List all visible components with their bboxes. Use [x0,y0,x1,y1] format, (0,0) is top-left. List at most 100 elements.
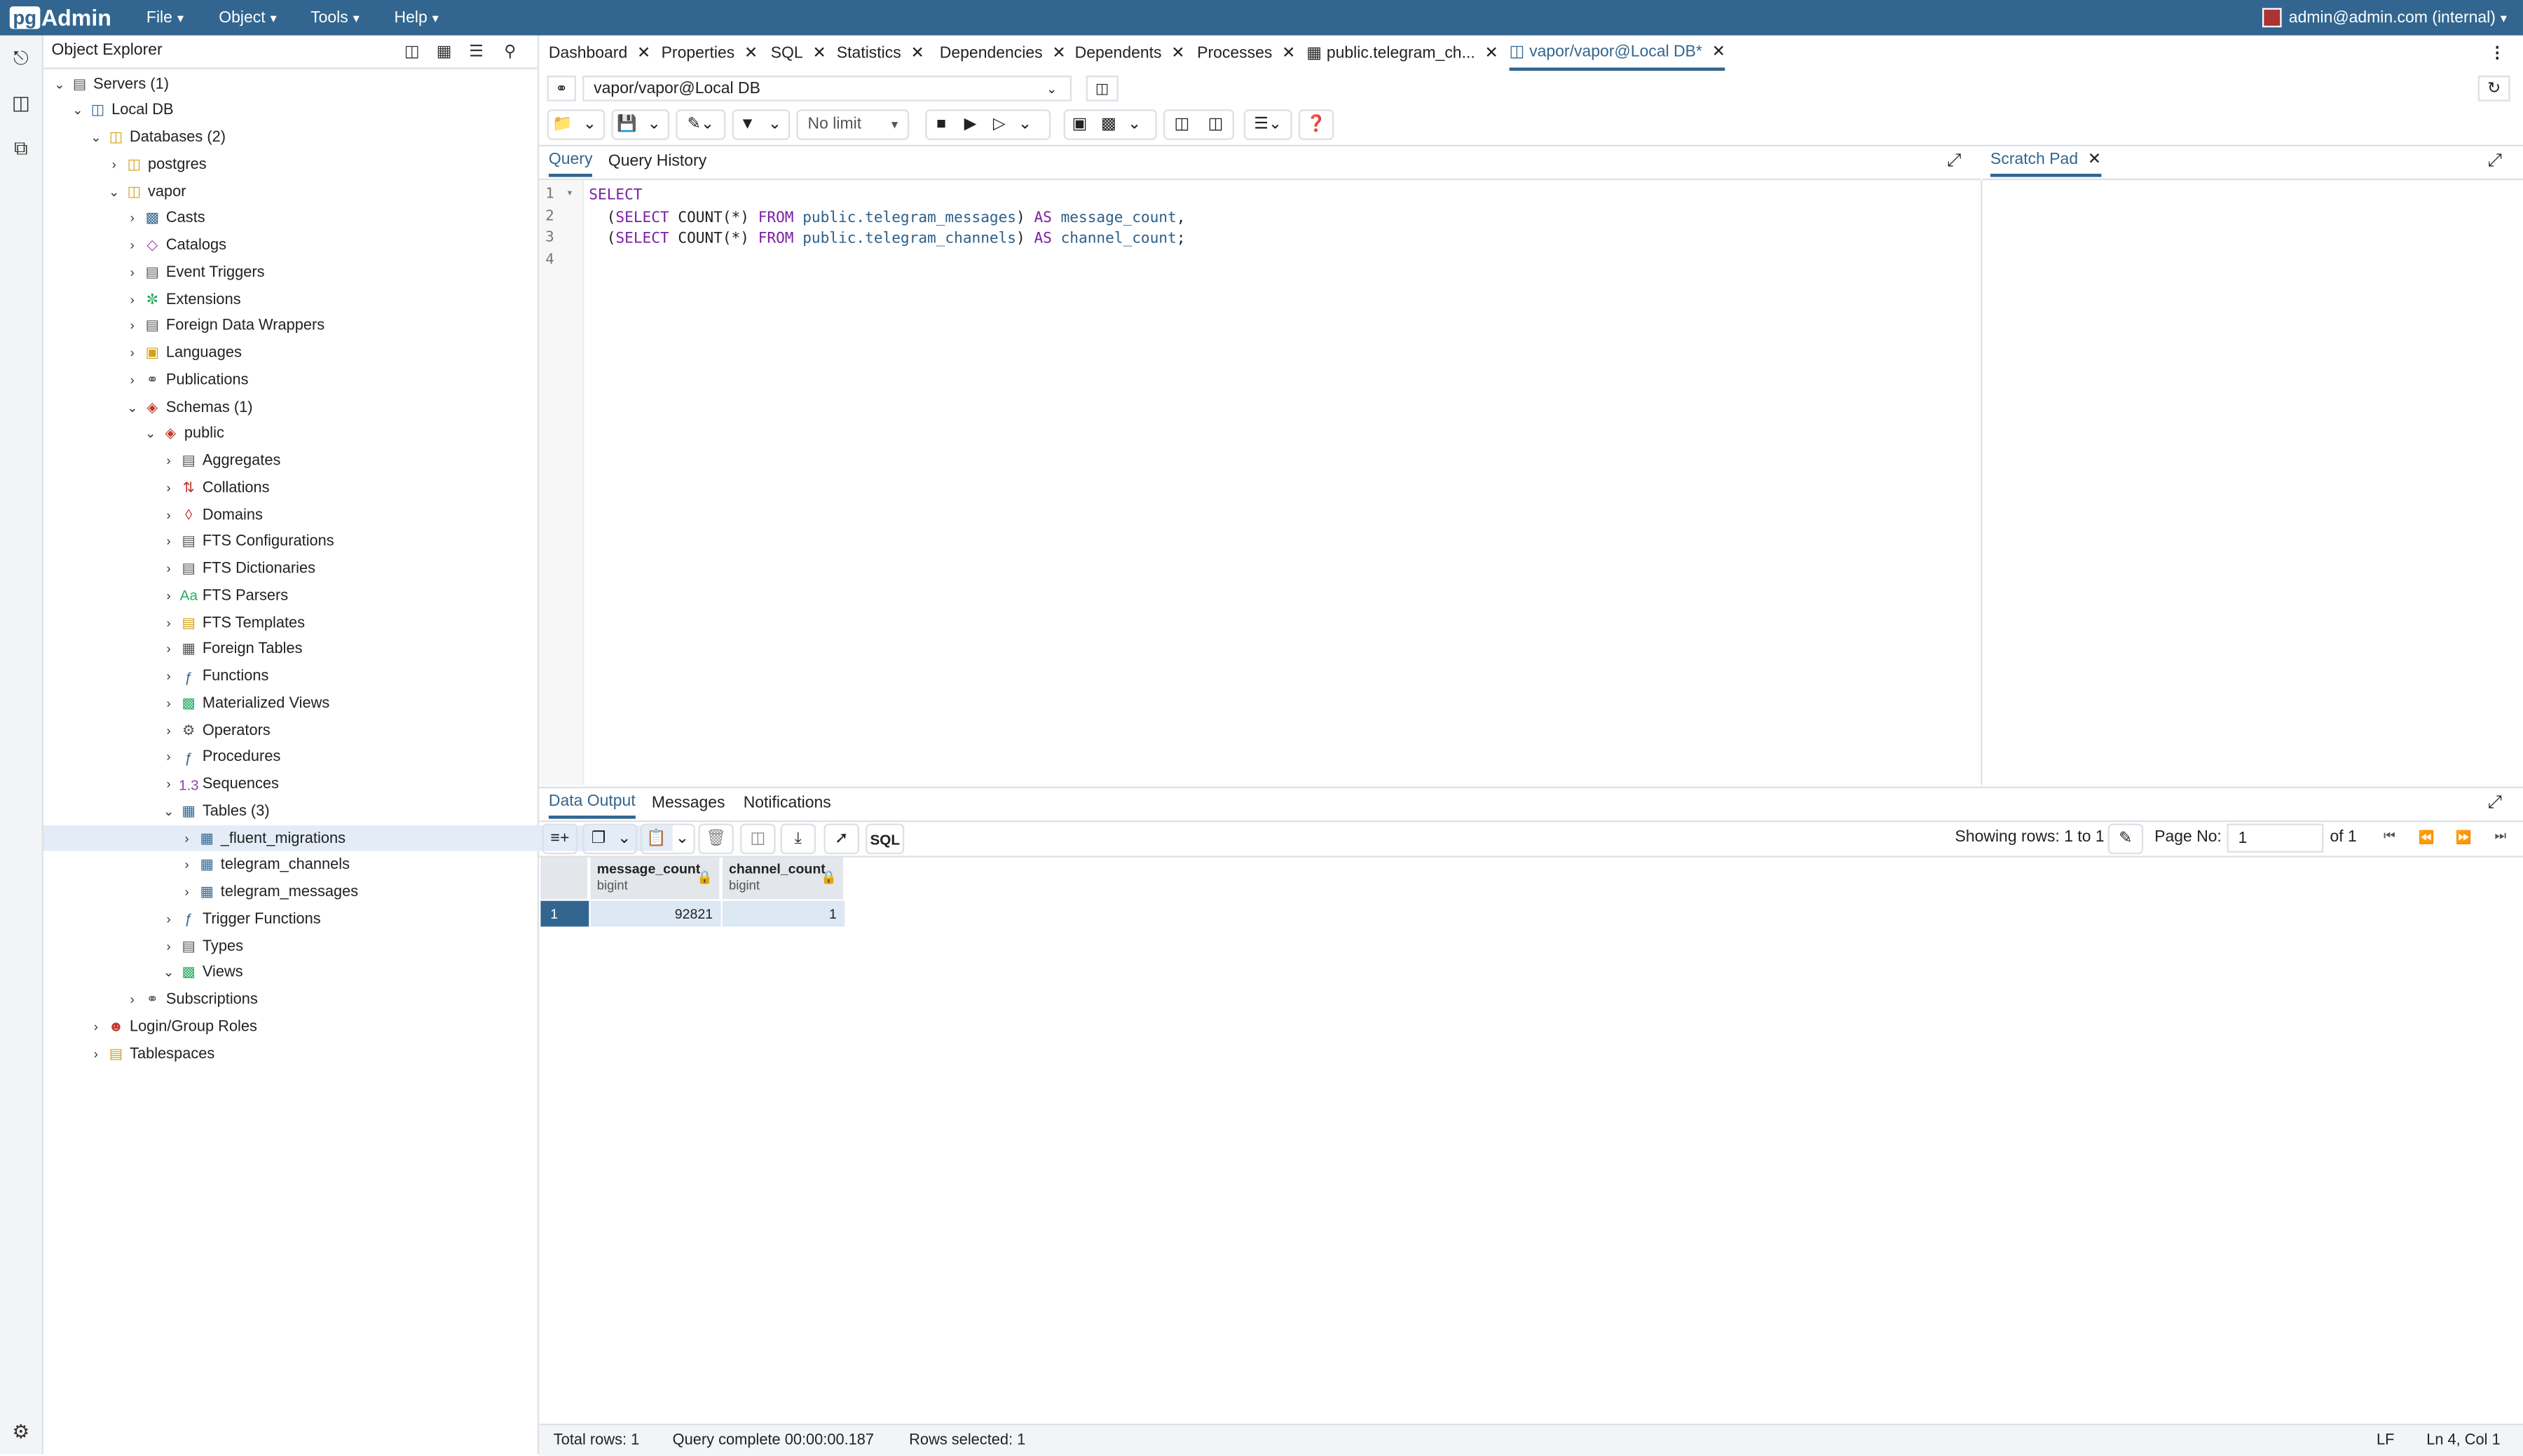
chevron-right-icon[interactable]: › [88,1046,104,1061]
row-number-header[interactable] [540,857,589,900]
tab-query-history[interactable]: Query History [608,146,706,177]
tree-item[interactable]: › ☻ Login/Group Roles [43,1014,582,1040]
execute-icon[interactable]: ▶ [956,111,985,138]
graph-icon[interactable]: ➚ [826,825,858,853]
tree-item[interactable]: ⌄ ◈ Schemas (1) [43,394,618,420]
tree-item[interactable]: ⌄ ▤ Servers (1) [43,71,545,97]
chevron-right-icon[interactable]: › [124,211,140,226]
object-explorer-icon[interactable]: ⎋ [8,45,34,71]
next-page-icon[interactable]: ⏩ [2447,822,2480,851]
chevron-right-icon[interactable]: › [160,912,177,926]
chevron-down-icon[interactable]: ⌄ [761,111,788,138]
chevron-right-icon[interactable]: › [124,265,140,280]
chevron-right-icon[interactable]: › [124,292,140,307]
chevron-right-icon[interactable]: › [160,615,177,630]
tree-item[interactable]: ⌄ ◫ Local DB [43,97,563,123]
chevron-right-icon[interactable]: › [124,238,140,253]
column-header-message-count[interactable]: message_count bigint 🔒 [590,857,721,900]
close-icon[interactable]: ✕ [2088,151,2101,169]
tab-query[interactable]: Query [548,146,593,177]
gear-icon[interactable]: ⚙ [8,1419,34,1445]
chevron-down-icon[interactable]: ⌄ [124,400,140,415]
chevron-down-icon[interactable]: ⌄ [106,184,122,199]
stop-icon[interactable]: ■ [927,111,955,138]
tab-query-tool[interactable]: ◫ vapor/vapor@Local DB* ✕ [1509,36,1725,71]
row-limit-select[interactable]: No limit ▾ [796,109,910,140]
chevron-right-icon[interactable]: › [160,750,177,764]
chevron-down-icon[interactable]: ⌄ [1013,111,1036,138]
tab-data-output[interactable]: Data Output [548,788,636,819]
menu-object[interactable]: Object ▾ [219,0,276,36]
chevron-right-icon[interactable]: › [160,589,177,603]
chevron-right-icon[interactable]: › [179,885,195,900]
close-icon[interactable]: ✕ [1282,44,1295,62]
tab-messages[interactable]: Messages [652,788,725,819]
chevron-right-icon[interactable]: › [124,319,140,334]
edit-icon[interactable]: ✎ [2110,825,2142,853]
refresh-icon[interactable]: ↻ [2477,75,2510,102]
tree-item[interactable]: › ▤ Tablespaces [43,1041,582,1066]
help-icon[interactable]: ❓ [1300,111,1332,138]
close-icon[interactable]: ✕ [637,44,650,62]
chevron-right-icon[interactable]: › [160,777,177,792]
tree-item[interactable]: ⌄ ◫ vapor [43,179,600,205]
chevron-down-icon[interactable]: ⌄ [576,111,603,138]
tab-telegram-channels[interactable]: ▦ public.telegram_ch... ✕ [1306,36,1498,71]
tab-sql[interactable]: SQL ✕ [771,36,826,71]
chevron-right-icon[interactable]: › [124,993,140,1008]
menu-tools[interactable]: Tools ▾ [310,0,360,36]
row-number-cell[interactable]: 1 [540,900,589,927]
connection-status-icon[interactable]: ⚭ [547,75,576,102]
view-data-icon[interactable]: ▦ [430,39,458,64]
chevron-down-icon[interactable]: ⌄ [641,111,668,138]
first-page-icon[interactable]: ⏮ [2373,822,2405,851]
tree-item[interactable]: › ▤ Foreign Data Wrappers [43,313,618,339]
tree-item[interactable]: › ▣ Languages [43,341,618,366]
tab-scratch-pad[interactable]: Scratch Pad ✕ [1990,146,2102,177]
chevron-right-icon[interactable]: › [106,157,122,172]
more-options-icon[interactable]: ⋮ [2489,36,2505,71]
chevron-right-icon[interactable]: › [124,373,140,387]
chevron-right-icon[interactable]: › [160,481,177,495]
paste-icon[interactable]: 📋 [642,825,671,853]
chevron-down-icon[interactable]: ⌄ [160,804,177,818]
table-cell[interactable]: 1 [722,900,845,927]
schema-diff-icon[interactable]: ⧉ [8,135,34,161]
chevron-right-icon[interactable]: › [160,669,177,684]
close-icon[interactable]: ✕ [1052,44,1065,62]
rollback-icon[interactable]: ◫ [1198,111,1232,138]
table-cell[interactable]: 92821 [590,900,721,927]
prev-page-icon[interactable]: ⏪ [2410,822,2442,851]
chevron-down-icon[interactable]: ⌄ [613,825,636,853]
tree-item[interactable]: › ▤ Types [43,933,655,959]
chevron-right-icon[interactable]: › [160,696,177,711]
expand-icon[interactable]: ⤢ [2487,151,2501,172]
chevron-right-icon[interactable]: › [124,346,140,361]
filter-rows-icon[interactable]: ☰ [462,39,491,64]
add-row-icon[interactable]: ≡+ [544,825,576,853]
tab-processes[interactable]: Processes ✕ [1197,36,1295,71]
tree-item[interactable]: › ▩ Casts [43,205,618,231]
tree-item[interactable]: › ⚭ Subscriptions [43,987,618,1013]
chevron-down-icon[interactable]: ⌄ [671,825,693,853]
tree-item[interactable]: › ⚭ Publications [43,367,618,393]
chevron-right-icon[interactable]: › [160,453,177,468]
expand-icon[interactable]: ⤢ [2487,788,2501,819]
chevron-right-icon[interactable]: › [160,507,177,522]
chevron-down-icon[interactable]: ⌄ [160,966,177,980]
search-icon[interactable]: ⚲ [495,39,524,64]
chevron-right-icon[interactable]: › [160,939,177,954]
chevron-down-icon[interactable]: ⌄ [142,427,158,441]
tree-item[interactable]: › ▤ Event Triggers [43,259,618,285]
chevron-right-icon[interactable]: › [88,1019,104,1034]
column-header-channel-count[interactable]: channel_count bigint 🔒 [722,857,845,900]
query-tool-icon[interactable]: ◫ [397,39,426,64]
close-icon[interactable]: ✕ [744,44,758,62]
sql-editor[interactable]: 1 2 3 4 ▾ SELECT (SELECT COUNT(*) FROM p… [539,180,1983,785]
filter-icon[interactable]: ▼ [734,111,761,138]
close-icon[interactable]: ✕ [1171,44,1184,62]
tree-item[interactable]: › ◇ Catalogs [43,233,618,259]
tree-item[interactable]: ⌄ ◫ Databases (2) [43,125,582,151]
delete-icon[interactable]: 🗑 [700,825,732,853]
sql-button[interactable]: SQL [866,823,905,855]
